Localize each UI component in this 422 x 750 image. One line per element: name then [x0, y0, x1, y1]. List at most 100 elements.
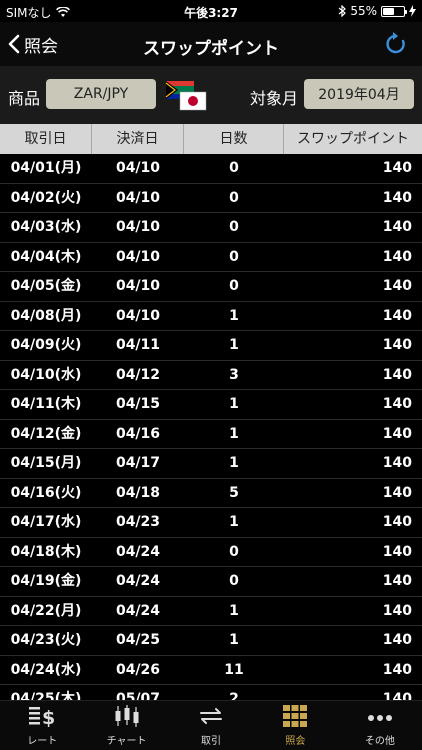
header-settle-date[interactable]: 決済日: [92, 124, 184, 154]
table-row[interactable]: 04/11(木) 04/15 1 140: [0, 390, 422, 420]
days-cell: 11: [224, 661, 244, 678]
trade-date-cell: 04/25(木): [10, 691, 82, 700]
header-swap-points[interactable]: スワップポイント: [284, 124, 422, 154]
tab-chart-label: チャート: [106, 736, 147, 747]
table-row[interactable]: 04/03(水) 04/10 0 140: [0, 213, 422, 243]
swap-points-cell: 140: [382, 160, 412, 176]
battery-icon: [381, 5, 407, 17]
refresh-icon[interactable]: [382, 30, 410, 58]
charging-icon: [409, 5, 416, 17]
tab-more[interactable]: その他: [338, 701, 422, 750]
page-title: スワップポイント: [143, 39, 279, 59]
battery-percent: 55%: [350, 4, 377, 18]
days-cell: 1: [229, 514, 239, 530]
settle-date-cell: 04/12: [115, 366, 161, 383]
table-row[interactable]: 04/02(火) 04/10 0 140: [0, 184, 422, 213]
trade-date-cell: 04/02(火): [10, 189, 82, 206]
header-days[interactable]: 日数: [184, 124, 284, 154]
days-cell: 3: [229, 366, 239, 383]
settle-date-cell: 04/16: [115, 425, 161, 442]
tab-trade-label: 取引: [201, 736, 222, 747]
month-select[interactable]: 2019年04月: [304, 79, 414, 109]
days-cell: 1: [229, 396, 239, 412]
table-header: 取引日 決済日 日数 スワップポイント: [0, 124, 422, 154]
more-icon: [367, 715, 392, 721]
tab-rate[interactable]: $ レート: [0, 701, 84, 750]
settle-date-cell: 04/10: [115, 219, 161, 235]
table-row[interactable]: 04/15(月) 04/17 1 140: [0, 449, 422, 479]
settle-date-cell: 04/10: [115, 189, 161, 206]
zar-jpy-flag-icon: [165, 81, 207, 111]
trade-icon: [200, 708, 223, 724]
days-cell: 5: [229, 484, 239, 501]
swap-points-cell: 140: [382, 189, 412, 206]
days-cell: 0: [229, 573, 239, 589]
product-label: 商品: [8, 89, 41, 108]
trade-date-cell: 04/19(金): [10, 573, 82, 589]
status-bar: SIMなし 午後3:27 55%: [0, 0, 422, 22]
table-row[interactable]: 04/23(火) 04/25 1 140: [0, 626, 422, 656]
trade-date-cell: 04/23(火): [10, 632, 82, 648]
settle-date-cell: 04/10: [115, 278, 161, 294]
swap-points-cell: 140: [382, 307, 412, 324]
tab-bar: $ レート チャート 取引 照会 その他: [0, 700, 422, 750]
trade-date-cell: 04/08(月): [10, 307, 82, 324]
header-trade-date[interactable]: 取引日: [0, 124, 92, 154]
settle-date-cell: 04/24: [115, 573, 161, 589]
table-row[interactable]: 04/24(水) 04/26 11 140: [0, 656, 422, 685]
trade-date-cell: 04/24(水): [10, 661, 82, 678]
settle-date-cell: 04/10: [115, 307, 161, 324]
filter-row: 商品 ZAR/JPY 対象月 2019年04月: [0, 66, 422, 124]
table-row[interactable]: 04/04(木) 04/10 0 140: [0, 243, 422, 272]
trade-date-cell: 04/09(火): [10, 337, 82, 353]
swap-points-cell: 140: [382, 514, 412, 530]
days-cell: 1: [229, 455, 239, 471]
swap-points-cell: 140: [382, 248, 412, 265]
table-row[interactable]: 04/09(火) 04/11 1 140: [0, 331, 422, 361]
days-cell: 1: [229, 337, 239, 353]
swap-table[interactable]: 04/01(月) 04/10 0 140 04/02(火) 04/10 0 140 04/03(…: [0, 154, 422, 700]
swap-points-cell: 140: [382, 396, 412, 412]
settle-date-cell: 04/11: [115, 337, 161, 353]
swap-points-cell: 140: [382, 661, 412, 678]
swap-points-cell: 140: [382, 632, 412, 648]
settle-date-cell: 04/10: [115, 160, 161, 176]
grid-icon: [283, 705, 308, 727]
table-row[interactable]: 04/22(月) 04/24 1 140: [0, 597, 422, 626]
table-row[interactable]: 04/05(金) 04/10 0 140: [0, 272, 422, 302]
table-row[interactable]: 04/25(木) 05/07 2 140: [0, 685, 422, 700]
month-label: 対象月: [250, 89, 299, 108]
rate-icon: $: [29, 707, 55, 728]
trade-date-cell: 04/12(金): [10, 425, 82, 442]
settle-date-cell: 04/18: [115, 484, 161, 501]
tab-inquiry-label: 照会: [285, 736, 306, 747]
table-row[interactable]: 04/10(水) 04/12 3 140: [0, 361, 422, 390]
trade-date-cell: 04/01(月): [10, 160, 82, 176]
trade-date-cell: 04/03(水): [10, 219, 82, 235]
table-row[interactable]: 04/18(木) 04/24 0 140: [0, 538, 422, 567]
trade-date-cell: 04/16(火): [10, 484, 82, 501]
table-row[interactable]: 04/17(水) 04/23 1 140: [0, 508, 422, 538]
settle-date-cell: 04/17: [115, 455, 161, 471]
tab-chart[interactable]: チャート: [84, 701, 168, 750]
days-cell: 0: [229, 543, 239, 560]
table-row[interactable]: 04/01(月) 04/10 0 140: [0, 154, 422, 184]
tab-trade[interactable]: 取引: [169, 701, 253, 750]
swap-points-cell: 140: [382, 219, 412, 235]
swap-points-cell: 140: [382, 543, 412, 560]
product-select[interactable]: ZAR/JPY: [46, 79, 156, 109]
table-row[interactable]: 04/12(金) 04/16 1 140: [0, 420, 422, 449]
tab-inquiry[interactable]: 照会: [253, 701, 337, 750]
settle-date-cell: 04/10: [115, 248, 161, 265]
settle-date-cell: 04/23: [115, 514, 161, 530]
table-row[interactable]: 04/19(金) 04/24 0 140: [0, 567, 422, 597]
trade-date-cell: 04/18(木): [10, 543, 82, 560]
swap-points-cell: 140: [382, 484, 412, 501]
swap-points-cell: 140: [382, 573, 412, 589]
settle-date-cell: 04/24: [115, 543, 161, 560]
table-row[interactable]: 04/16(火) 04/18 5 140: [0, 479, 422, 508]
tab-more-label: その他: [364, 736, 395, 747]
table-row[interactable]: 04/08(月) 04/10 1 140: [0, 302, 422, 331]
settle-date-cell: 04/26: [115, 661, 161, 678]
days-cell: 1: [229, 632, 239, 648]
